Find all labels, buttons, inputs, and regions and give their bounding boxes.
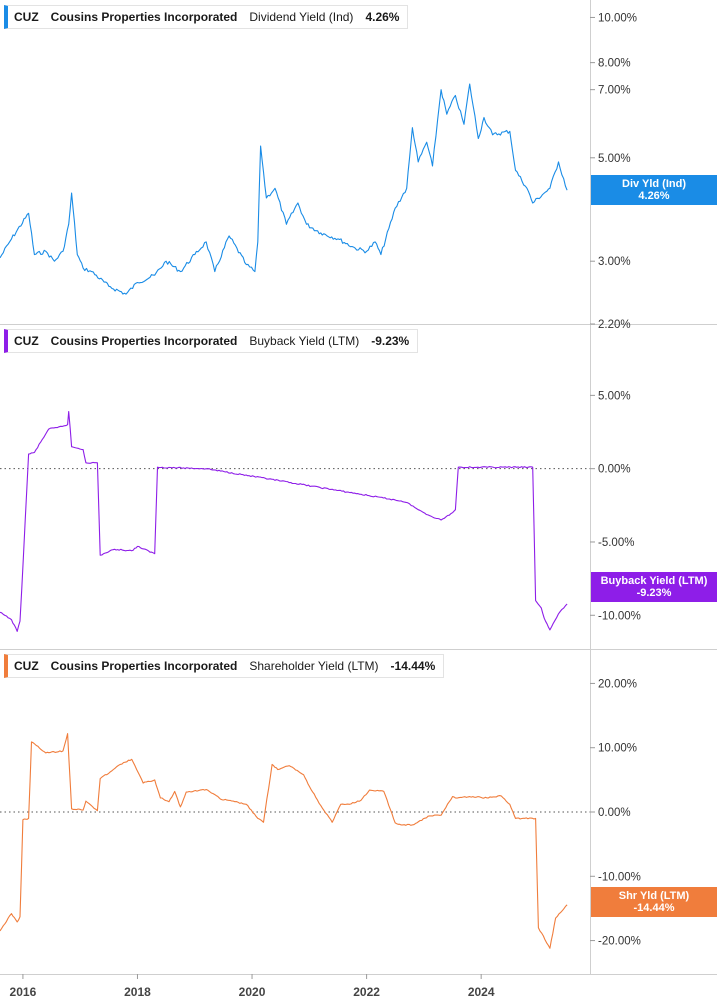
chart-canvas: 10.00% 8.00% 7.00% 5.00% 3.00% 2.20% 5.00% 0.00… bbox=[0, 0, 717, 999]
y-tick-label: 3.00% bbox=[598, 256, 631, 268]
series-line bbox=[0, 83, 568, 295]
x-tick-label: 2020 bbox=[239, 985, 266, 999]
tag-label: Div Yld (Ind) bbox=[622, 178, 686, 190]
tag-value: -9.23% bbox=[636, 587, 672, 599]
tag-value: 4.26% bbox=[638, 190, 670, 202]
x-tick-label: 2016 bbox=[10, 985, 37, 999]
y-tick-label: -5.00% bbox=[598, 537, 634, 549]
y-tick-label: 0.00% bbox=[598, 807, 631, 819]
y-tick-label: 7.00% bbox=[598, 85, 631, 97]
y-tick-label: 0.00% bbox=[598, 464, 631, 476]
tag-label: Shr Yld (LTM) bbox=[618, 890, 690, 902]
legend-value: -9.23% bbox=[371, 334, 410, 348]
y-tick-label: 10.00% bbox=[598, 743, 637, 755]
shareholder-yield-legend: CUZ Cousins Properties Incorporated Shar… bbox=[4, 654, 445, 678]
y-tick-label: 8.00% bbox=[598, 58, 631, 70]
legend-metric: Buyback Yield (LTM) bbox=[249, 334, 360, 348]
x-tick-label: 2018 bbox=[124, 985, 151, 999]
legend-ticker: CUZ bbox=[14, 334, 39, 348]
y-tick-label: 5.00% bbox=[598, 390, 631, 402]
series-line bbox=[0, 410, 568, 632]
shareholder-yield-price-tag: Shr Yld (LTM) -14.44% bbox=[591, 887, 717, 917]
legend-metric: Dividend Yield (Ind) bbox=[249, 10, 354, 24]
buyback-yield-legend: CUZ Cousins Properties Incorporated Buyb… bbox=[4, 329, 419, 353]
legend-value: 4.26% bbox=[365, 10, 400, 24]
y-tick-label: 2.20% bbox=[598, 319, 631, 331]
dividend-yield-legend: CUZ Cousins Properties Incorporated Divi… bbox=[4, 5, 409, 29]
y-tick-label: -10.00% bbox=[598, 871, 641, 883]
legend-ticker: CUZ bbox=[14, 10, 39, 24]
tag-label: Buyback Yield (LTM) bbox=[600, 575, 708, 587]
legend-company: Cousins Properties Incorporated bbox=[50, 334, 238, 348]
y-tick-label: 20.00% bbox=[598, 678, 637, 690]
legend-company: Cousins Properties Incorporated bbox=[50, 659, 238, 673]
legend-value: -14.44% bbox=[390, 659, 436, 673]
series-line bbox=[0, 733, 568, 949]
buyback-yield-price-tag: Buyback Yield (LTM) -9.23% bbox=[591, 572, 717, 602]
legend-company: Cousins Properties Incorporated bbox=[50, 10, 238, 24]
y-tick-label: 5.00% bbox=[598, 153, 631, 165]
legend-ticker: CUZ bbox=[14, 659, 39, 673]
legend-metric: Shareholder Yield (LTM) bbox=[249, 659, 379, 673]
tag-value: -14.44% bbox=[633, 902, 675, 914]
y-tick-label: -10.00% bbox=[598, 610, 641, 622]
dividend-yield-price-tag: Div Yld (Ind) 4.26% bbox=[591, 175, 717, 205]
x-tick-label: 2022 bbox=[353, 985, 380, 999]
y-tick-label: 10.00% bbox=[598, 12, 637, 24]
x-tick-label: 2024 bbox=[468, 985, 495, 999]
y-tick-label: -20.00% bbox=[598, 936, 641, 948]
